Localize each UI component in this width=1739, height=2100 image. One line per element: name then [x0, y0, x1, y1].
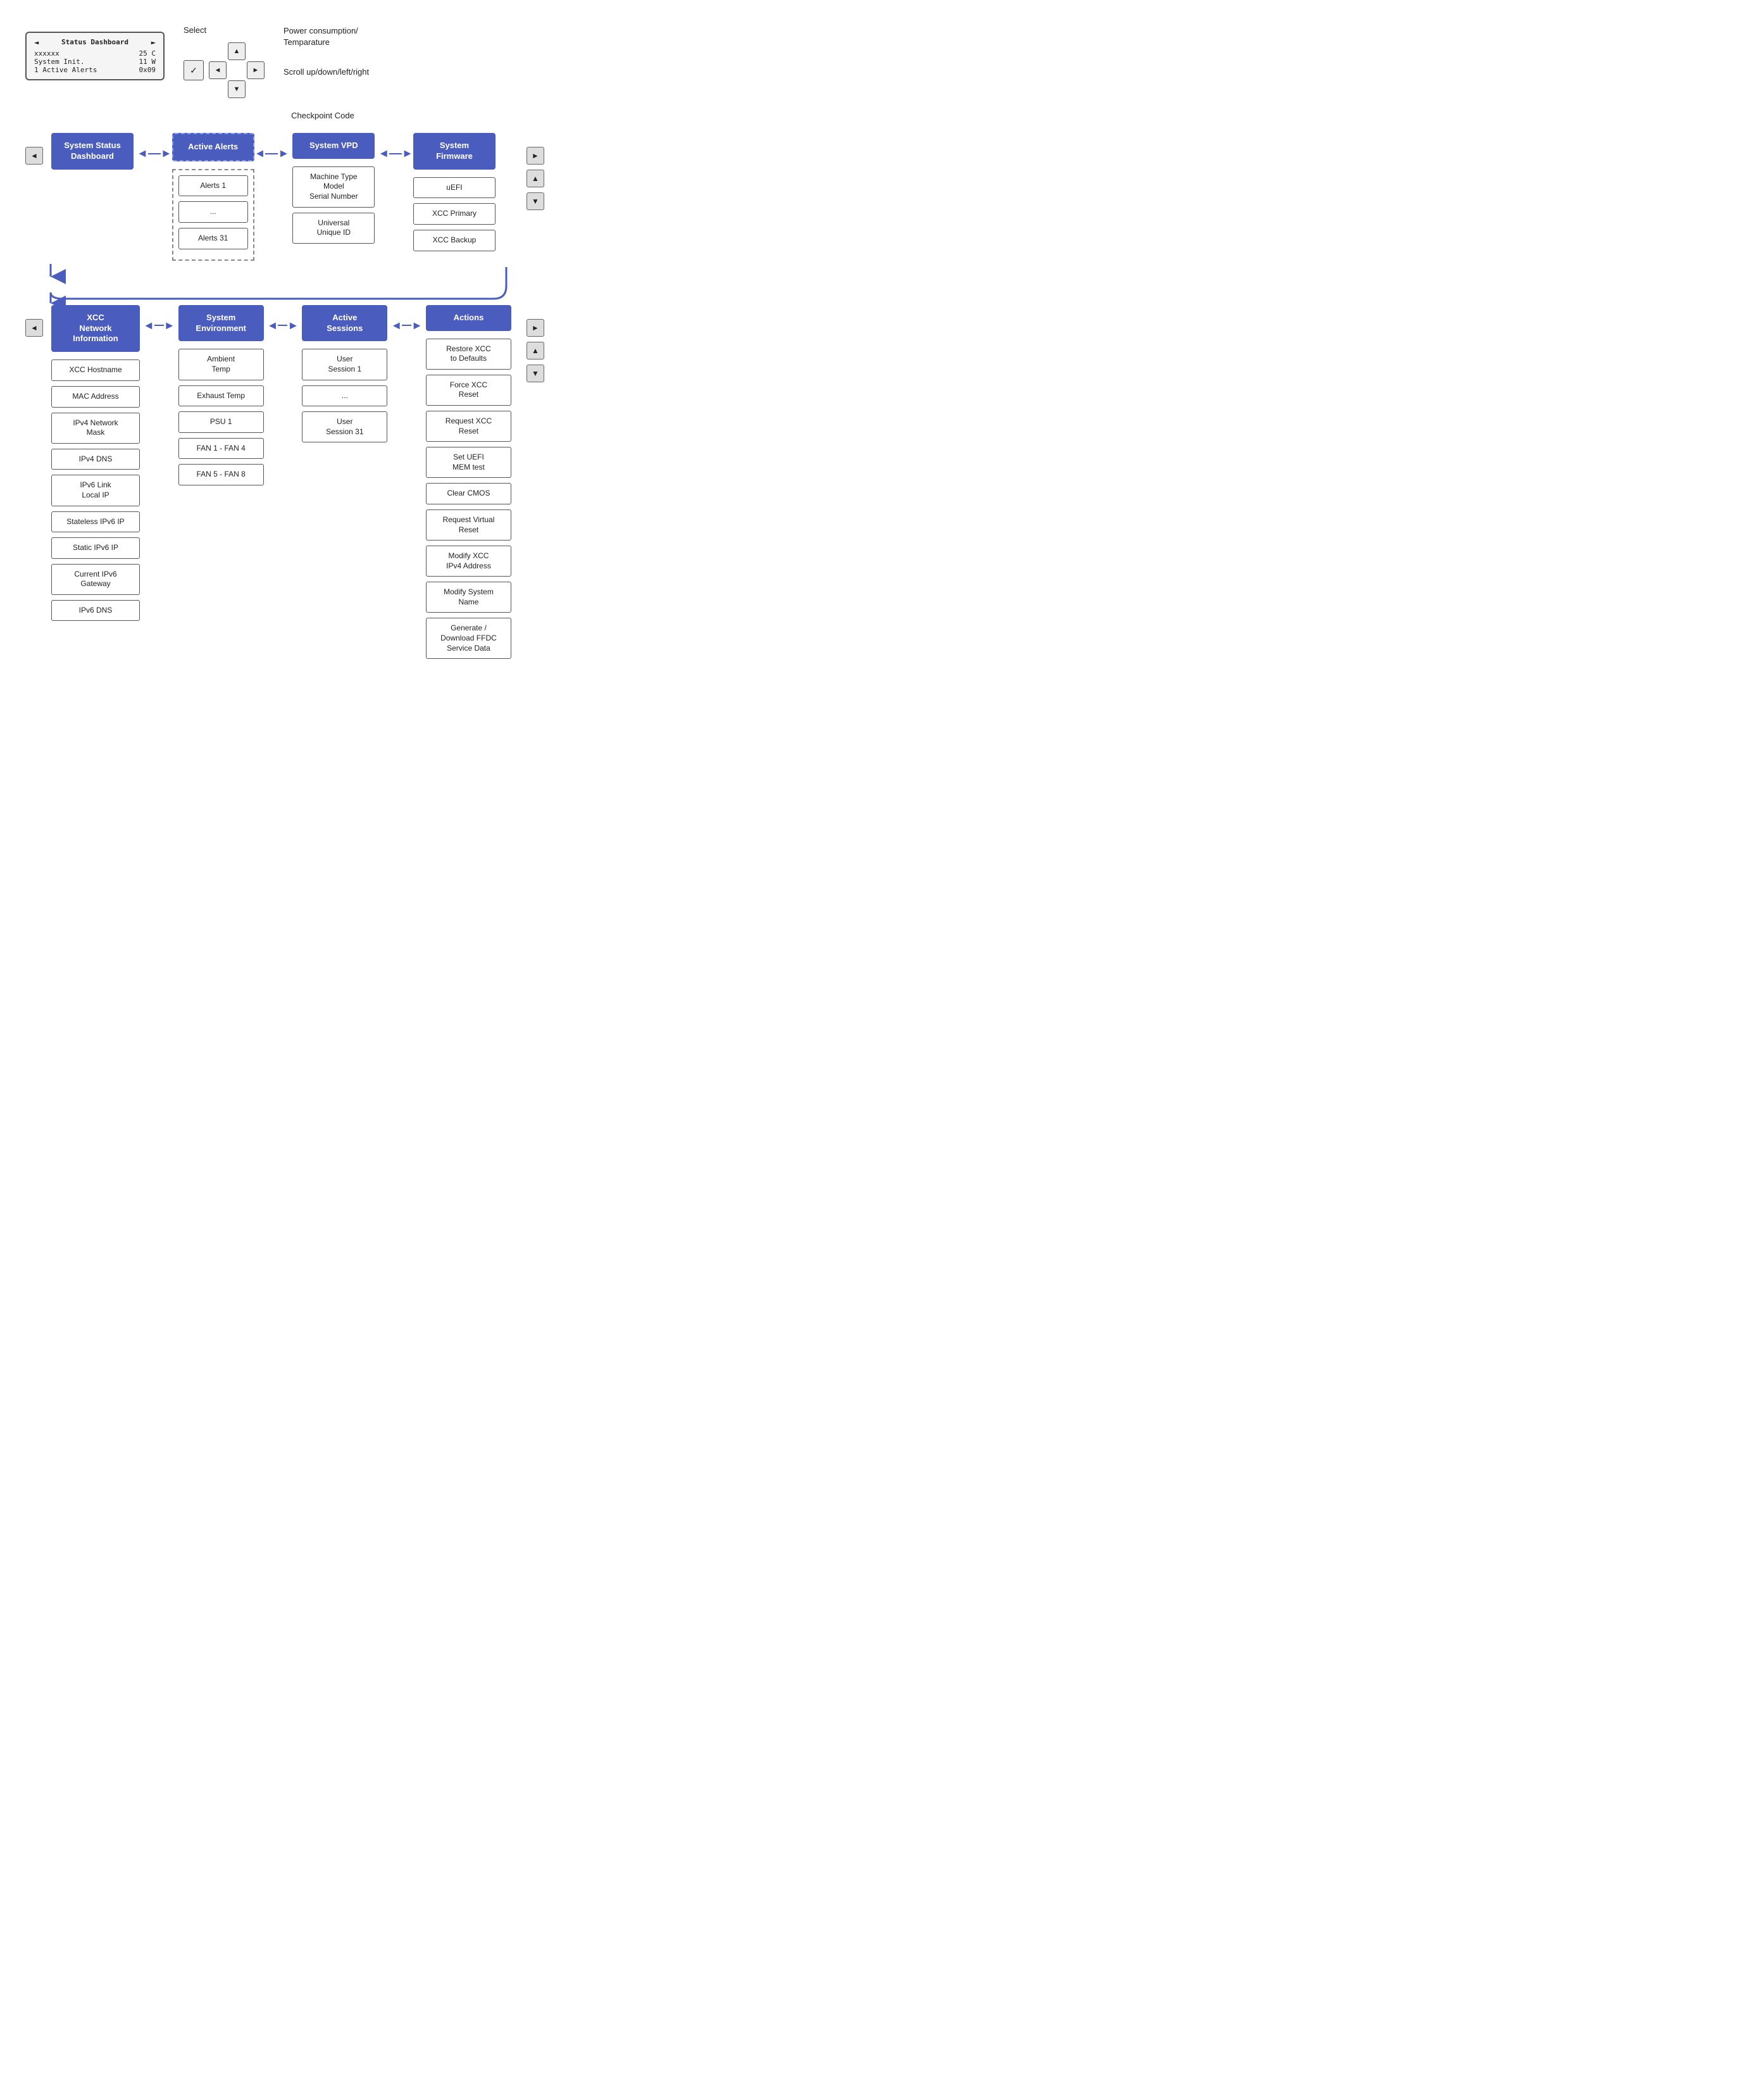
action-force-xcc-reset: Force XCCReset — [426, 375, 511, 406]
fan-1-4: FAN 1 - FAN 4 — [178, 438, 264, 459]
exhaust-temp: Exhaust Temp — [178, 385, 264, 407]
power-annotation: Power consumption/ Temparature — [284, 25, 369, 48]
action-modify-ipv4: Modify XCCIPv4 Address — [426, 546, 511, 577]
sessions-ellipsis: ... — [302, 385, 387, 407]
action-modify-name: Modify SystemName — [426, 582, 511, 613]
nav-left-button[interactable]: ◄ — [209, 61, 227, 79]
arrow-r2-3: ◄ ► — [390, 319, 423, 332]
ipv4-network-mask: IPv4 NetworkMask — [51, 413, 140, 444]
action-clear-cmos: Clear CMOS — [426, 483, 511, 504]
row2-right-nav[interactable]: ► — [527, 319, 544, 337]
lcd-screen: ◄ Status Dashboard ► xxxxxx 25 C System … — [25, 32, 165, 80]
system-status-dashboard-box: System StatusDashboard — [51, 133, 134, 170]
select-button[interactable]: ✓ — [184, 60, 204, 80]
curve-connector — [25, 264, 544, 302]
system-environment-box: SystemEnvironment — [178, 305, 264, 342]
user-session-1: UserSession 1 — [302, 349, 387, 380]
col-system-environment: SystemEnvironment AmbientTemp Exhaust Te… — [175, 305, 267, 491]
action-generate-ffdc: Generate /Download FFDCService Data — [426, 618, 511, 659]
row1-up-nav[interactable]: ▲ — [527, 170, 544, 187]
arrow-2: ◄ ► — [254, 147, 290, 160]
col-system-status-dashboard: System StatusDashboard — [48, 133, 137, 170]
alert-ellipsis: ... — [178, 201, 248, 223]
row1-left-nav[interactable]: ◄ — [25, 147, 43, 165]
firmware-xcc-backup: XCC Backup — [413, 230, 496, 251]
action-restore-xcc: Restore XCCto Defaults — [426, 339, 511, 370]
active-sessions-box: ActiveSessions — [302, 305, 387, 342]
col-active-alerts: Active Alerts Alerts 1 ... Alerts 31 — [172, 133, 254, 261]
nav-right-button[interactable]: ► — [247, 61, 265, 79]
arrow-1: ◄ ► — [137, 147, 172, 160]
lcd-row1-label: xxxxxx — [34, 49, 59, 58]
alert-31: Alerts 31 — [178, 228, 248, 249]
user-session-31: UserSession 31 — [302, 411, 387, 442]
arrow-3: ◄ ► — [378, 147, 413, 160]
firmware-xcc-primary: XCC Primary — [413, 203, 496, 225]
action-set-uefi-mem: Set UEFIMEM test — [426, 447, 511, 478]
system-firmware-box: SystemFirmware — [413, 133, 496, 170]
arrow-r2-1: ◄ ► — [143, 319, 175, 332]
ambient-temp: AmbientTemp — [178, 349, 264, 380]
vpd-machine-type: Machine TypeModelSerial Number — [292, 166, 375, 208]
lcd-row3-value: 0x09 — [139, 66, 156, 74]
action-request-virtual-reset: Request VirtualReset — [426, 509, 511, 541]
active-alerts-subitems: Alerts 1 ... Alerts 31 — [172, 169, 254, 261]
firmware-uefi: uEFI — [413, 177, 496, 199]
system-vpd-box: System VPD — [292, 133, 375, 159]
nav-down-button[interactable]: ▼ — [228, 80, 246, 98]
arrow-r2-2: ◄ ► — [267, 319, 299, 332]
ipv6-link-local: IPv6 LinkLocal IP — [51, 475, 140, 506]
top-section: ◄ Status Dashboard ► xxxxxx 25 C System … — [25, 19, 544, 98]
col-active-sessions: ActiveSessions UserSession 1 ... UserSes… — [299, 305, 390, 448]
row2-up-nav[interactable]: ▲ — [527, 342, 544, 359]
actions-box: Actions — [426, 305, 511, 331]
ipv6-dns: IPv6 DNS — [51, 600, 140, 622]
col-system-firmware: SystemFirmware uEFI XCC Primary XCC Back… — [413, 133, 496, 256]
row1-right-nav[interactable]: ► — [527, 147, 544, 165]
diagram-row1: ◄ System StatusDashboard ◄ ► Active Aler… — [25, 133, 544, 261]
lcd-row1-value: 25 C — [139, 49, 156, 58]
col-system-vpd: System VPD Machine TypeModelSerial Numbe… — [289, 133, 378, 249]
row2-left-nav[interactable]: ◄ — [25, 319, 43, 337]
lcd-row2-value: 11 W — [139, 58, 156, 66]
xcc-hostname: XCC Hostname — [51, 359, 140, 381]
nav-cross: ▲ ◄ ► ▼ — [209, 42, 265, 98]
xcc-network-box: XCCNetworkInformation — [51, 305, 140, 353]
lcd-left-arrow: ◄ — [34, 38, 39, 47]
vpd-uuid: UniversalUnique ID — [292, 213, 375, 244]
col-actions: Actions Restore XCCto Defaults Force XCC… — [423, 305, 514, 665]
alert-1: Alerts 1 — [178, 175, 248, 197]
current-ipv6-gateway: Current IPv6Gateway — [51, 564, 140, 595]
lcd-title: Status Dashboard — [61, 38, 128, 47]
lcd-row3-label: 1 Active Alerts — [34, 66, 97, 74]
lcd-row2-label: System Init. — [34, 58, 84, 66]
ipv4-dns: IPv4 DNS — [51, 449, 140, 470]
row1-down-nav[interactable]: ▼ — [527, 192, 544, 210]
col-xcc-network: XCCNetworkInformation XCC Hostname MAC A… — [48, 305, 143, 627]
mac-address: MAC Address — [51, 386, 140, 408]
scroll-annotation: Scroll up/down/left/right — [284, 67, 369, 77]
static-ipv6: Static IPv6 IP — [51, 537, 140, 559]
checkpoint-annotation: Checkpoint Code — [101, 111, 544, 120]
nav-up-button[interactable]: ▲ — [228, 42, 246, 60]
fan-5-8: FAN 5 - FAN 8 — [178, 464, 264, 485]
lcd-right-arrow: ► — [151, 38, 156, 47]
active-alerts-box: Active Alerts — [172, 133, 254, 161]
psu-1: PSU 1 — [178, 411, 264, 433]
stateless-ipv6: Stateless IPv6 IP — [51, 511, 140, 533]
row2-down-nav[interactable]: ▼ — [527, 365, 544, 382]
diagram-row2: ◄ XCCNetworkInformation XCC Hostname MAC… — [25, 305, 544, 665]
select-label: Select — [184, 25, 206, 35]
action-request-xcc-reset: Request XCCReset — [426, 411, 511, 442]
